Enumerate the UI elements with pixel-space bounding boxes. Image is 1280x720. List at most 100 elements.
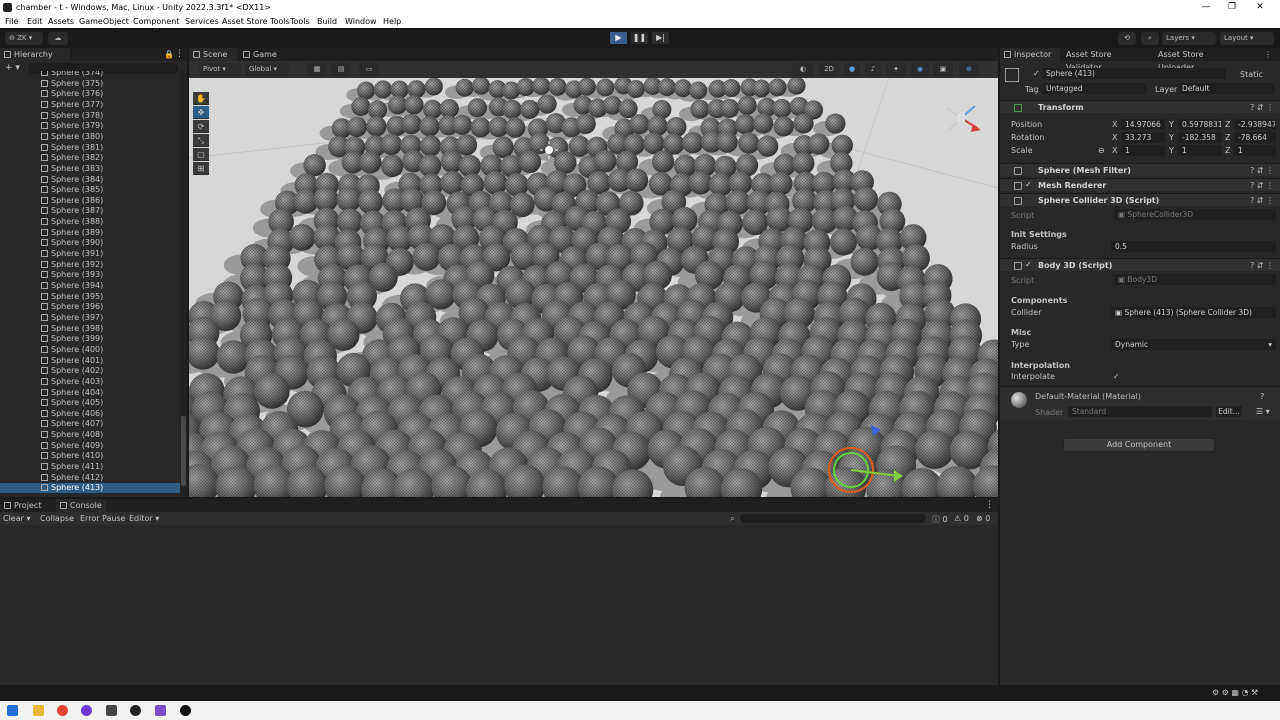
shader-dropdown[interactable]: Standard [1068,406,1212,417]
collapse-toggle[interactable]: Collapse [40,514,74,523]
2d-toggle[interactable]: 2D [819,63,839,76]
layers-dropdown[interactable]: Layers ▾ [1162,32,1216,45]
effects-icon[interactable]: ✦ [886,63,906,76]
hierarchy-item[interactable]: Sphere (379) [41,121,103,131]
tag-dropdown[interactable]: Untagged [1042,83,1146,94]
hierarchy-item[interactable]: Sphere (378) [41,111,103,121]
position-z-input[interactable]: -2.938947 [1234,119,1276,130]
close-button[interactable]: ✕ [1250,1,1270,13]
hierarchy-item[interactable]: Sphere (386) [41,196,103,206]
hierarchy-item[interactable]: Sphere (393) [41,270,103,280]
rotation-y-input[interactable]: -182.358 [1178,132,1222,143]
tab-hierarchy[interactable]: Hierarchy [0,48,70,61]
hierarchy-item[interactable]: Sphere (388) [41,217,103,227]
discord-icon[interactable] [81,705,92,716]
list-menu-icon[interactable]: ☰ ▾ [1256,407,1270,416]
hierarchy-item[interactable]: Sphere (384) [41,175,103,185]
rotation-x-input[interactable]: 33.273 [1121,132,1165,143]
error-count-toggle[interactable]: ⊗ 0 [976,514,990,523]
visibility-icon[interactable]: ◉ [911,63,929,76]
visual-studio-icon[interactable] [155,705,166,716]
scale-x-input[interactable]: 1 [1121,145,1165,156]
edit-shader-button[interactable]: Edit... [1216,406,1242,417]
component-menu-icon[interactable]: ? ⇵ ⋮ [1250,103,1274,112]
hierarchy-item[interactable]: Sphere (385) [41,185,103,195]
unity-hub-icon[interactable] [130,705,141,716]
radius-input[interactable]: 0.5 [1111,241,1276,252]
rotate-tool-icon[interactable]: ⟳ [193,120,209,133]
body3d-header[interactable]: ✓ Body 3D (Script) ? ⇵ ⋮ [1000,258,1280,271]
hierarchy-item[interactable]: Sphere (402) [41,366,103,376]
hierarchy-item[interactable]: Sphere (401) [41,356,103,366]
hierarchy-item[interactable]: Sphere (406) [41,409,103,419]
search-icon[interactable]: ⌕ [1141,32,1159,45]
editor-dropdown[interactable]: Editor ▾ [129,514,159,523]
menu-tools[interactable]: Tools [290,17,310,26]
lock-icon[interactable]: 🔒 [164,50,174,59]
hierarchy-item[interactable]: Sphere (404) [41,388,103,398]
hierarchy-item[interactable]: Sphere (412) [41,473,103,483]
type-dropdown[interactable]: Dynamic ▾ [1111,339,1276,350]
component-menu-icon[interactable]: ? ⇵ ⋮ [1250,196,1274,205]
hierarchy-item[interactable]: Sphere (381) [41,143,103,153]
hierarchy-item[interactable]: Sphere (411) [41,462,103,472]
hierarchy-item[interactable]: Sphere (382) [41,153,103,163]
hierarchy-item[interactable]: Sphere (395) [41,292,103,302]
scene-orientation-gizmo[interactable] [946,105,981,132]
draw-mode-icon[interactable]: ◐ [792,63,814,76]
clear-button[interactable]: Clear ▾ [3,514,30,523]
hierarchy-item[interactable]: Sphere (392) [41,260,103,270]
tab-scene[interactable]: Scene [189,48,237,61]
tab-inspector[interactable]: Inspector [1000,48,1060,61]
menu-assets[interactable]: Assets [48,17,74,26]
status-icons[interactable]: ⚙ ⚙ ▦ ◔ ⚒ [1212,688,1258,697]
position-x-input[interactable]: 14.97066 [1121,119,1165,130]
hierarchy-item[interactable]: Sphere (391) [41,249,103,259]
hierarchy-item[interactable]: Sphere (407) [41,419,103,429]
hierarchy-item[interactable]: Sphere (396) [41,302,103,312]
tab-game[interactable]: Game [239,48,285,61]
menu-window[interactable]: Window [345,17,377,26]
menu-build[interactable]: Build [317,17,337,26]
terminal-icon[interactable] [106,705,117,716]
active-checkbox[interactable]: ✓ [1033,69,1040,78]
collider-field[interactable]: ▣ Sphere (413) (Sphere Collider 3D) [1111,307,1276,318]
hierarchy-item[interactable]: Sphere (399) [41,334,103,344]
hierarchy-item[interactable]: Sphere (405) [41,398,103,408]
camera-icon[interactable]: ▣ [933,63,953,76]
scale-tool-icon[interactable]: ⤡ [193,134,209,147]
windows-start-icon[interactable] [7,705,18,716]
overlay-icon[interactable]: ▭ [359,63,379,76]
grid-snap-icon[interactable]: ▦ [307,63,327,76]
interpolate-checkbox[interactable]: ✓ [1113,372,1120,381]
file-explorer-icon[interactable] [33,705,44,716]
pause-button[interactable]: ❚❚ [631,32,648,44]
hand-tool-icon[interactable]: ✋ [193,92,209,105]
component-menu-icon[interactable]: ? ⇵ ⋮ [1250,261,1274,270]
menu-asset-store-tools[interactable]: Asset Store Tools [222,17,290,26]
component-menu-icon[interactable]: ? ⇵ ⋮ [1250,166,1274,175]
kebab-menu-icon[interactable]: ⋮ [1264,50,1272,59]
layer-dropdown[interactable]: Default [1178,83,1274,94]
help-icon[interactable]: ? [1260,392,1264,401]
hierarchy-item[interactable]: Sphere (408) [41,430,103,440]
link-icon[interactable]: ⊖ [1098,146,1105,155]
global-dropdown[interactable]: Global ▾ [245,63,289,76]
enabled-checkbox[interactable]: ✓ [1025,261,1033,269]
menu-file[interactable]: File [5,17,18,26]
play-button[interactable]: ▶ [610,32,627,44]
gizmos-icon[interactable]: ⊕ [959,63,979,76]
hierarchy-item[interactable]: Sphere (397) [41,313,103,323]
object-name-input[interactable]: Sphere (413) [1042,68,1226,79]
hierarchy-item[interactable]: Sphere (403) [41,377,103,387]
menu-help[interactable]: Help [383,17,401,26]
history-icon[interactable]: ⟲ [1118,32,1136,45]
scrollbar-thumb[interactable] [181,416,186,486]
menu-edit[interactable]: Edit [27,17,43,26]
scene-viewport[interactable]: ✋ ✥ ⟳ ⤡ ▢ ⊞ [189,78,998,497]
tab-asset-store-validator[interactable]: Asset Store Validator [1062,48,1150,72]
transform-header[interactable]: Transform ? ⇵ ⋮ [1000,100,1280,113]
maximize-button[interactable]: ❐ [1222,1,1242,13]
kebab-menu-icon[interactable]: ⋮ [175,49,184,59]
move-tool-icon[interactable]: ✥ [193,106,209,119]
